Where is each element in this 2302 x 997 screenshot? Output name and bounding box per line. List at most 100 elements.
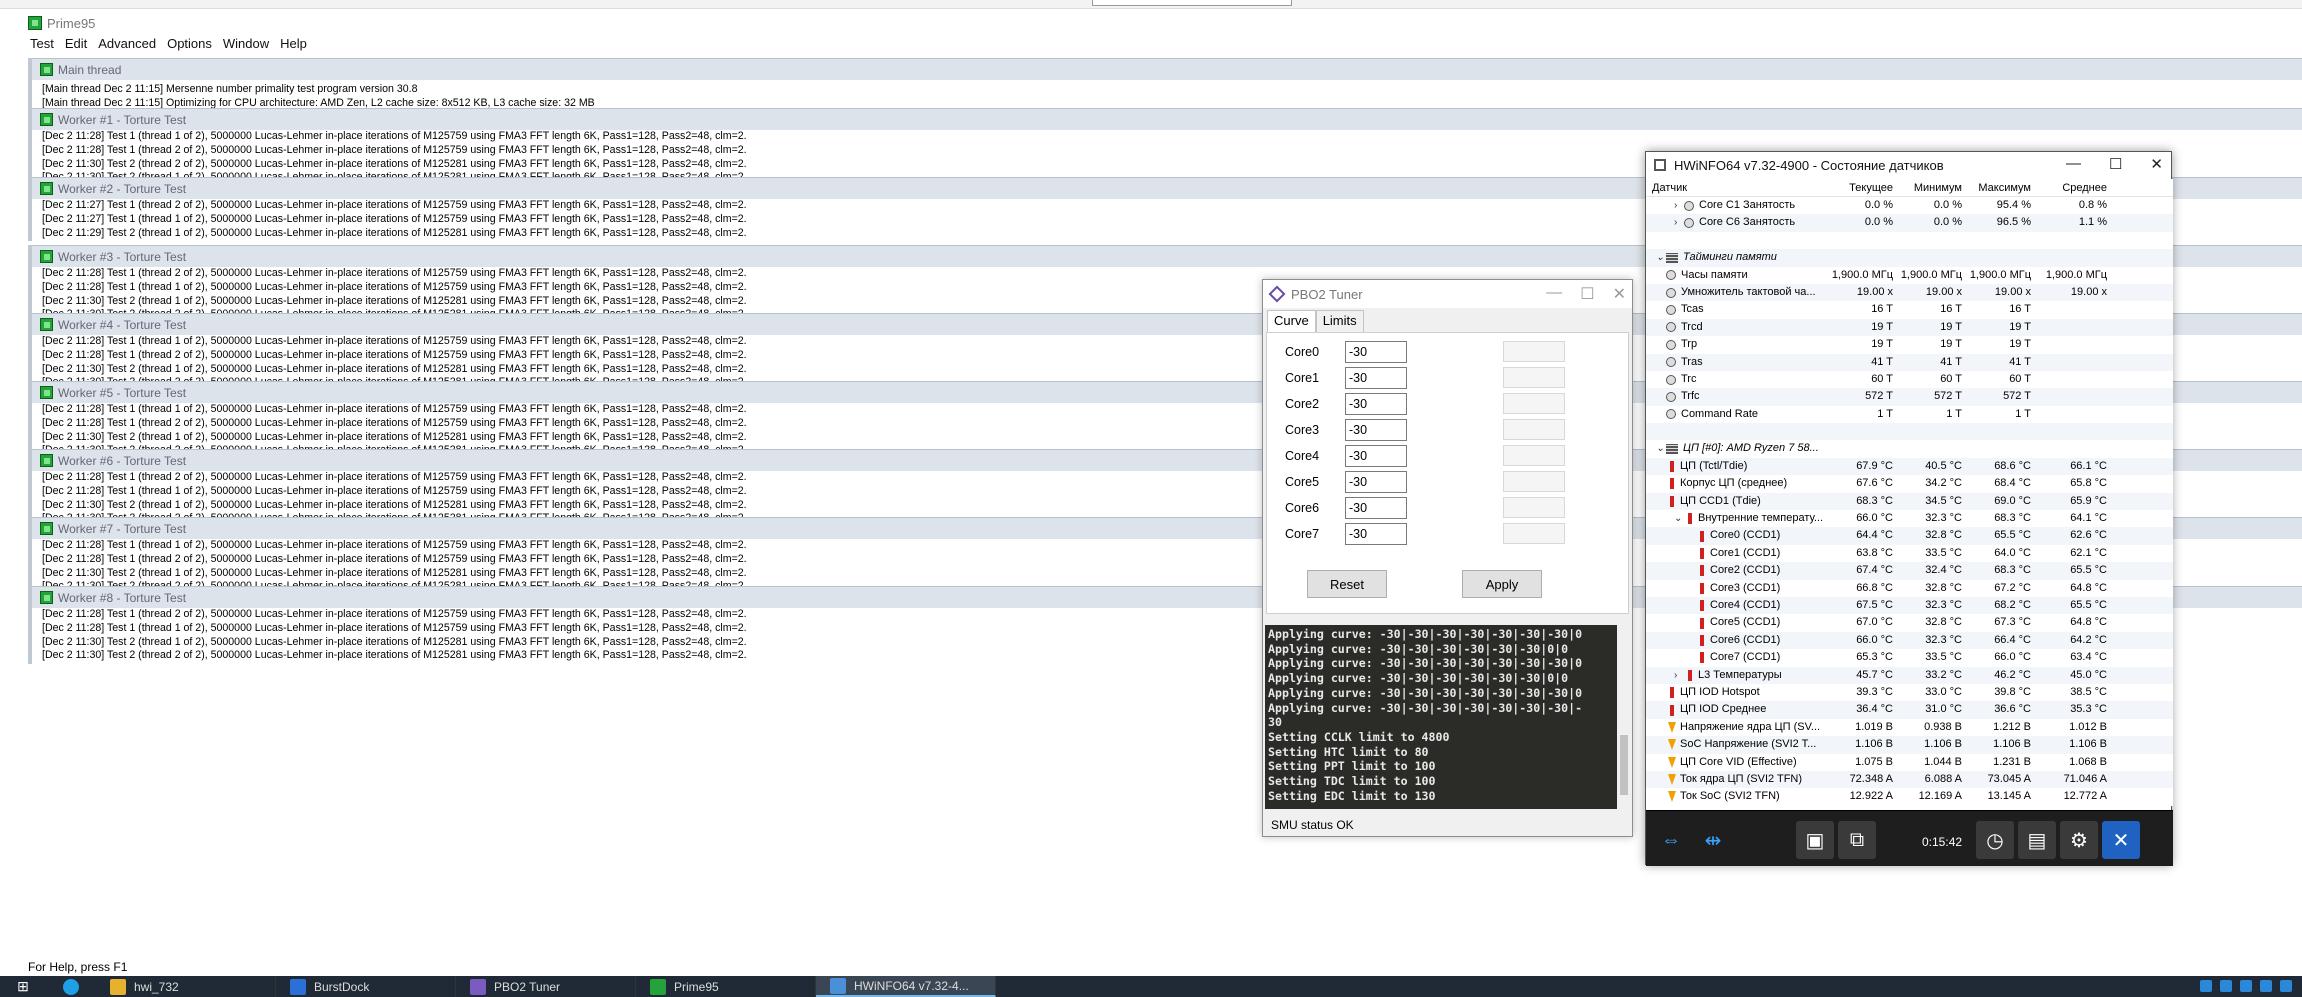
gear-icon[interactable]: ⚙ xyxy=(2060,821,2098,859)
chevron-down-icon[interactable]: ⌄ xyxy=(1656,440,1666,457)
maximize-icon[interactable]: ☐ xyxy=(2109,155,2122,173)
taskbar-item-prime95[interactable]: Prime95 xyxy=(636,976,816,997)
reset-button[interactable]: Reset xyxy=(1307,570,1387,598)
prime95-icon xyxy=(40,454,53,467)
mdi-titlebar[interactable]: Main thread xyxy=(32,58,2302,80)
sensor-row[interactable]: Ток SoC (SVI2 TFN) 12.922 A 12.169 A 13.145… xyxy=(1646,788,2173,806)
apply-button[interactable]: Apply xyxy=(1462,570,1542,598)
close-icon[interactable]: ✕ xyxy=(2102,821,2140,859)
core-offset-input[interactable]: -30 xyxy=(1345,497,1407,519)
sensor-row[interactable]: ЦП IOD Среднее 36.4 °C 31.0 °C 36.6 °C 35.3 … xyxy=(1646,701,2173,719)
sensor-row[interactable]: Умножитель тактовой ча... 19.00 x 19.00 x 1… xyxy=(1646,283,2173,302)
sensor-row[interactable]: Trc 60 T 60 T 60 T xyxy=(1646,370,2173,389)
core-offset-input[interactable]: -30 xyxy=(1345,393,1407,415)
core-offset-input[interactable]: -30 xyxy=(1345,419,1407,441)
scrollbar-thumb[interactable] xyxy=(1620,735,1628,795)
menu-edit[interactable]: Edit xyxy=(65,36,87,56)
clock-icon[interactable]: ◷ xyxy=(1976,821,2014,859)
col-sensor[interactable]: Датчик xyxy=(1646,179,1828,196)
taskbar-item-burstdock[interactable]: BurstDock xyxy=(276,976,456,997)
sensor-list[interactable]: › Core C1 Занятость 0.0 % 0.0 % 95.4 % 0.8 % ›… xyxy=(1646,197,2173,808)
sensor-value-min xyxy=(1897,440,1966,457)
col-minimum[interactable]: Минимум xyxy=(1897,179,1966,196)
tray-icon[interactable] xyxy=(2280,980,2292,992)
mdi-titlebar[interactable]: Worker #1 - Torture Test xyxy=(32,108,2302,130)
col-current[interactable]: Текущее xyxy=(1828,179,1897,196)
log-text: Applying curve: -30|-30|-30|-30|-30|-30|… xyxy=(1268,627,1583,803)
close-icon[interactable]: ✕ xyxy=(2150,155,2163,173)
tab-curve[interactable]: Curve xyxy=(1267,310,1316,332)
menu-options[interactable]: Options xyxy=(167,36,212,56)
sensor-row[interactable]: Trcd 19 T 19 T 19 T xyxy=(1646,318,2173,337)
sensor-row[interactable]: Core6 (CCD1) 66.0 °C 32.3 °C 66.4 °C 64.2 °C xyxy=(1646,631,2173,650)
sensor-row[interactable]: Core3 (CCD1) 66.8 °C 32.8 °C 67.2 °C 64.8 °C xyxy=(1646,579,2173,597)
sensor-row[interactable]: › L3 Температуры 45.7 °C 33.2 °C 46.2 °C 45.0… xyxy=(1646,666,2173,684)
sensor-row[interactable]: Trfc 572 T 572 T 572 T xyxy=(1646,388,2173,406)
sensor-row[interactable]: ЦП CCD1 (Tdie) 68.3 °C 34.5 °C 69.0 °C 65.9 … xyxy=(1646,492,2173,511)
sensor-row[interactable]: Tcas 16 T 16 T 16 T xyxy=(1646,301,2173,319)
sensor-row[interactable]: ЦП Core VID (Effective) 1.075 В 1.044 В 1.2… xyxy=(1646,753,2173,771)
sensor-name-cell: ⌄ Внутренние температу... xyxy=(1646,510,1828,527)
sensor-row[interactable]: Core1 (CCD1) 63.8 °C 33.5 °C 64.0 °C 62.1 °C xyxy=(1646,544,2173,563)
sensor-row[interactable]: › Core C1 Занятость 0.0 % 0.0 % 95.4 % 0.8 % xyxy=(1646,197,2173,215)
chevron-right-icon[interactable]: › xyxy=(1674,214,1684,231)
chevron-down-icon[interactable]: ⌄ xyxy=(1674,510,1684,527)
sensor-row[interactable]: Напряжение ядра ЦП (SV... 1.019 В 0.938 В 1… xyxy=(1646,718,2173,737)
menu-advanced[interactable]: Advanced xyxy=(98,36,156,56)
expand-arrows-icon[interactable]: ⇔ xyxy=(1652,821,1690,859)
sensor-row[interactable]: Core7 (CCD1) 65.3 °C 33.5 °C 66.0 °C 63.4 °C xyxy=(1646,649,2173,667)
sensor-row[interactable]: Core4 (CCD1) 67.5 °C 32.3 °C 68.2 °C 65.5 °C xyxy=(1646,596,2173,615)
minimize-icon[interactable]: — xyxy=(1546,284,1562,304)
sensor-row[interactable]: Корпус ЦП (среднее) 67.6 °C 34.2 °C 68.4 °C… xyxy=(1646,475,2173,493)
chevron-right-icon[interactable]: › xyxy=(1674,667,1684,684)
sensor-row[interactable]: ЦП IOD Hotspot 39.3 °C 33.0 °C 39.8 °C 38.5 … xyxy=(1646,683,2173,702)
sensor-row[interactable]: Core5 (CCD1) 67.0 °C 32.8 °C 67.3 °C 64.8 °C xyxy=(1646,614,2173,632)
sensor-value-avg: 65.5 °C xyxy=(2070,598,2107,611)
minimize-icon[interactable]: — xyxy=(2066,155,2081,173)
sensor-row[interactable]: › Core C6 Занятость 0.0 % 0.0 % 96.5 % 1.1 % xyxy=(1646,214,2173,232)
sensor-row[interactable]: Command Rate 1 T 1 T 1 T xyxy=(1646,405,2173,424)
browser-strip xyxy=(0,0,2302,9)
sensor-row[interactable]: ЦП (Tctl/Tdie) 67.9 °C 40.5 °C 68.6 °C 66.1 … xyxy=(1646,457,2173,476)
sensor-row[interactable]: Trp 19 T 19 T 19 T xyxy=(1646,336,2173,354)
chevron-down-icon[interactable]: ⌄ xyxy=(1656,249,1666,266)
sensor-row[interactable]: Core2 (CCD1) 67.4 °C 32.4 °C 68.3 °C 65.5 °C xyxy=(1646,562,2173,580)
maximize-icon[interactable]: ☐ xyxy=(1580,284,1594,304)
tray-icon[interactable] xyxy=(2240,980,2252,992)
core-offset-input[interactable]: -30 xyxy=(1345,341,1407,363)
sensor-row[interactable]: ⌄ Внутренние температу... 66.0 °C 32.3 °C 68… xyxy=(1646,510,2173,528)
windows-start-icon[interactable]: ⊞ xyxy=(0,976,46,997)
core-offset-input[interactable]: -30 xyxy=(1345,367,1407,389)
taskbar-item-folder[interactable]: hwi_732 xyxy=(96,976,276,997)
sensor-group-row[interactable]: ⌄ Тайминги памяти xyxy=(1646,249,2173,267)
core-offset-input[interactable]: -30 xyxy=(1345,445,1407,467)
core-offset-input[interactable]: -30 xyxy=(1345,471,1407,493)
sensor-row[interactable]: SoC Напряжение (SVI2 T... 1.106 В 1.106 В 1… xyxy=(1646,736,2173,754)
collapse-arrows-icon[interactable]: ⇹ xyxy=(1694,821,1732,859)
sensor-group-row[interactable]: ⌄ ЦП [#0]: AMD Ryzen 7 58... xyxy=(1646,440,2173,458)
tab-limits[interactable]: Limits xyxy=(1315,310,1364,332)
sensor-row[interactable]: Ток ядра ЦП (SVI2 TFN) 72.348 A 6.088 A 73.… xyxy=(1646,770,2173,789)
sensor-row[interactable]: Tras 41 T 41 T 41 T xyxy=(1646,353,2173,371)
sensor-row[interactable]: Core0 (CCD1) 64.4 °C 32.8 °C 65.5 °C 62.6 °C xyxy=(1646,527,2173,545)
save-report-icon[interactable]: ▤ xyxy=(2018,821,2056,859)
tray-icon[interactable] xyxy=(2260,980,2272,992)
sensor-row[interactable]: Часы памяти 1,900.0 МГц 1,900.0 МГц 1,900.0… xyxy=(1646,266,2173,284)
chevron-right-icon[interactable]: › xyxy=(1674,197,1684,214)
edge-icon[interactable] xyxy=(46,976,96,997)
col-average[interactable]: Среднее xyxy=(2035,179,2111,196)
taskbar-item-hwinfo[interactable]: HWiNFO64 v7.32-4... xyxy=(816,976,996,997)
core-offset-input[interactable]: -30 xyxy=(1345,523,1407,545)
computers-icon[interactable]: ⧉ xyxy=(1838,821,1876,859)
menu-help[interactable]: Help xyxy=(280,36,307,56)
menu-test[interactable]: Test xyxy=(30,36,54,56)
tray-icon[interactable] xyxy=(2200,980,2212,992)
col-maximum[interactable]: Максимум xyxy=(1966,179,2035,196)
taskbar-item-pbo2[interactable]: PBO2 Tuner xyxy=(456,976,636,997)
menu-window[interactable]: Window xyxy=(223,36,269,56)
console-scrollbar[interactable] xyxy=(1617,625,1631,809)
network-icon[interactable]: ▣ xyxy=(1796,821,1834,859)
tray-icon[interactable] xyxy=(2220,980,2232,992)
sensor-name-cell: ЦП CCD1 (Tdie) xyxy=(1646,493,1828,510)
close-icon[interactable]: ✕ xyxy=(1613,284,1626,304)
